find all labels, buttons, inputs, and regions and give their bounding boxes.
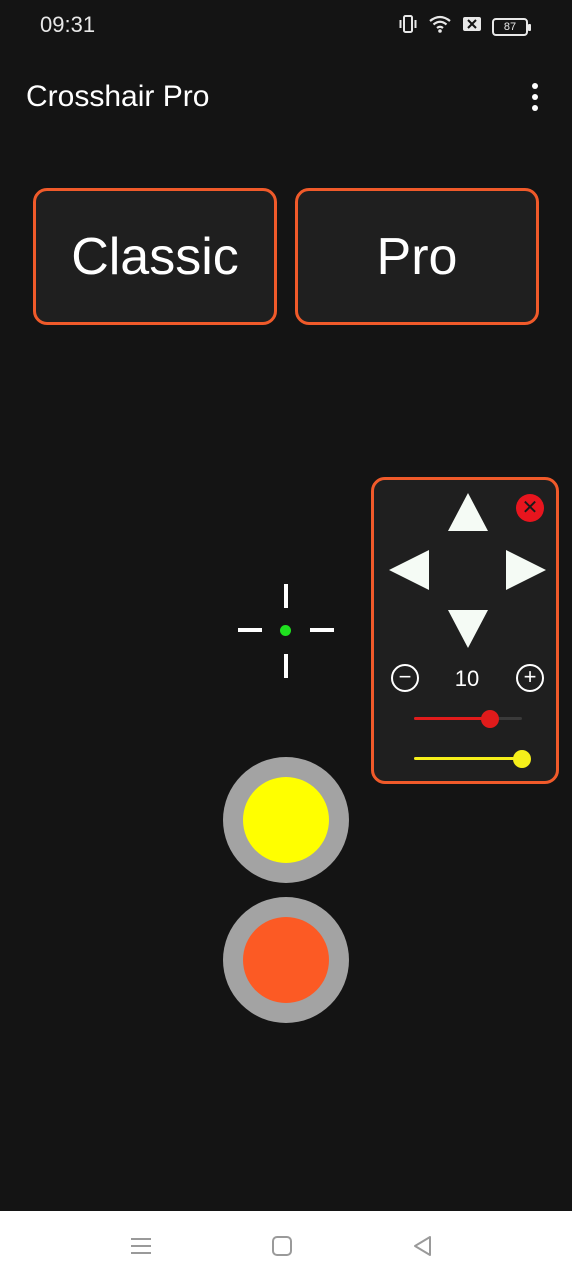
menu-icon[interactable]: [128, 1233, 154, 1259]
slider-thumb[interactable]: [513, 750, 531, 768]
slider-thumb[interactable]: [480, 710, 499, 728]
pro-mode-button[interactable]: Pro: [295, 188, 539, 325]
menu-dot: [532, 83, 538, 89]
slider-fill: [414, 717, 490, 720]
status-bar: 09:31 87: [0, 0, 572, 52]
menu-dot: [532, 105, 538, 111]
yellow-round-button[interactable]: [223, 757, 349, 883]
yellow-button-core: [243, 777, 329, 863]
back-icon[interactable]: [410, 1233, 436, 1259]
classic-mode-button[interactable]: Classic: [33, 188, 277, 325]
control-panel: ✕ − 10 +: [371, 477, 559, 784]
crosshair-left-line: [238, 628, 262, 632]
decrease-icon[interactable]: −: [391, 664, 419, 692]
close-icon[interactable]: ✕: [516, 494, 544, 522]
orange-button-core: [243, 917, 329, 1003]
battery-icon: 87: [492, 17, 531, 36]
orange-round-button[interactable]: [223, 897, 349, 1023]
crosshair[interactable]: [236, 582, 336, 678]
more-vert-icon[interactable]: [520, 80, 550, 114]
menu-dot: [532, 94, 538, 100]
up-arrow-icon[interactable]: [448, 493, 488, 531]
crosshair-bottom-line: [284, 654, 288, 678]
vibrate-icon: [398, 14, 418, 39]
status-time: 09:31: [40, 12, 96, 37]
status-icons: 87: [398, 14, 531, 39]
app-title: Crosshair Pro: [26, 80, 210, 113]
down-arrow-icon[interactable]: [448, 610, 488, 648]
navigation-bar: [0, 1211, 572, 1280]
home-icon[interactable]: [269, 1233, 295, 1259]
yellow-slider[interactable]: [414, 748, 531, 770]
crosshair-right-line: [310, 628, 334, 632]
wifi-icon: [428, 14, 452, 39]
increase-icon[interactable]: +: [516, 664, 544, 692]
step-value: 10: [454, 666, 480, 691]
no-sim-icon: [462, 15, 482, 38]
crosshair-top-line: [284, 584, 288, 608]
app-bar: Crosshair Pro: [0, 62, 572, 132]
left-arrow-icon[interactable]: [389, 550, 429, 590]
crosshair-center-dot: [280, 625, 291, 636]
app-screen: 09:31 87 Crosshair Pro Classic Pro ✕ − 1…: [0, 0, 572, 1280]
red-slider[interactable]: [414, 708, 522, 730]
right-arrow-icon[interactable]: [506, 550, 546, 590]
slider-fill: [414, 757, 522, 760]
